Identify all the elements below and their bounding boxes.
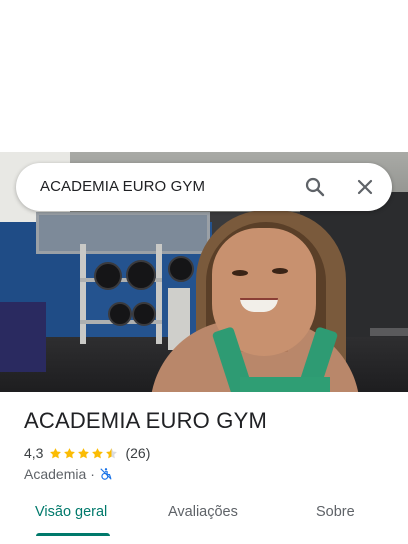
not-accessible-wheelchair-icon: [99, 467, 113, 481]
search-icon[interactable]: [303, 175, 327, 199]
place-title: ACADEMIA EURO GYM: [24, 408, 267, 433]
star-icon: [64, 447, 76, 458]
star-rating: [49, 447, 119, 460]
tab-reviews[interactable]: Avaliações: [168, 504, 238, 520]
tab-about[interactable]: Sobre: [316, 504, 355, 520]
blank-header-area: [0, 0, 408, 152]
tab-overview[interactable]: Visão geral: [35, 504, 107, 520]
search-bar[interactable]: ACADEMIA EURO GYM: [16, 163, 392, 211]
rating-row[interactable]: 4,3 (26): [24, 444, 150, 462]
review-count[interactable]: (26): [125, 445, 150, 461]
rating-value: 4,3: [24, 445, 44, 461]
separator: ·: [90, 466, 95, 482]
close-icon[interactable]: [353, 175, 377, 199]
place-category: Academia: [24, 466, 87, 482]
star-icon: [92, 447, 104, 458]
category-row: Academia ·: [24, 465, 113, 483]
star-icon: [50, 447, 62, 458]
half-star-icon: [106, 447, 118, 458]
star-icon: [78, 447, 90, 458]
place-tabs: Visão geral Avaliações Sobre: [0, 496, 408, 544]
search-input[interactable]: ACADEMIA EURO GYM: [40, 178, 205, 195]
active-tab-indicator: [36, 533, 110, 536]
